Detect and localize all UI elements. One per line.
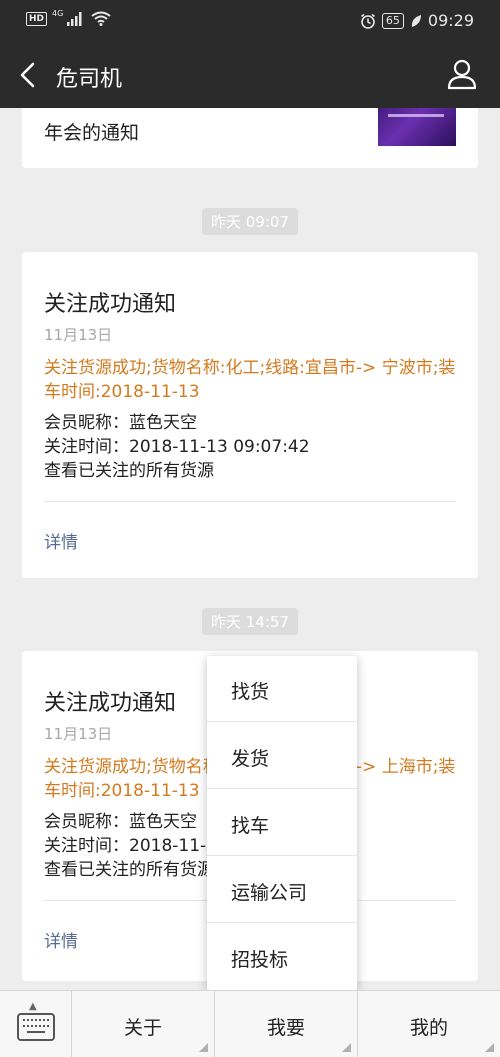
status-bar: HD 4G 65 09:29: [0, 0, 500, 42]
page-title: 危司机: [56, 67, 123, 92]
status-time: 09:29: [427, 11, 474, 30]
signal-icon: [67, 11, 82, 26]
keyboard-icon: [17, 1013, 55, 1041]
member-nickname: 会员昵称：蓝色天空: [44, 413, 197, 433]
follow-time: 关注时间：2018-11-13 09:07:42: [44, 437, 310, 457]
menu-item-transport-company[interactable]: 运输公司: [207, 857, 357, 923]
menu-item-label: 运输公司: [231, 882, 308, 904]
menu-button-mine[interactable]: 我的: [358, 991, 500, 1057]
leaf-icon: [411, 14, 421, 27]
menu-item-bidding[interactable]: 招投标: [207, 924, 357, 990]
timestamp: 昨天 09:07: [202, 208, 298, 235]
timestamp: 昨天 14:57: [202, 608, 298, 635]
view-all-text: 查看已关注的所有货源: [44, 461, 214, 481]
menu-item-find-truck[interactable]: 找车: [207, 790, 357, 856]
submenu-corner-icon: [485, 1043, 494, 1052]
notification-date: 11月13日: [44, 326, 113, 344]
notification-title: 关注成功通知: [44, 292, 177, 317]
nav-bar: 危司机: [0, 42, 500, 108]
menu-button-label: 我要: [266, 1017, 305, 1039]
wifi-icon: [91, 11, 111, 26]
user-profile-icon[interactable]: [446, 58, 478, 90]
card-divider: [44, 501, 456, 502]
menu-item-find-goods[interactable]: 找货: [207, 656, 357, 722]
menu-item-label: 招投标: [231, 949, 289, 971]
alarm-icon: [360, 13, 375, 29]
menu-item-ship-goods[interactable]: 发货: [207, 723, 357, 789]
article-title: 年会的通知: [44, 122, 140, 144]
menu-item-label: 找货: [231, 681, 270, 703]
status-right: 65 09:29: [360, 11, 474, 30]
submenu-corner-icon: [342, 1043, 351, 1052]
hd-badge: HD: [26, 11, 48, 26]
notification-highlight: 关注货源成功;货物名称:化工;线路:宜昌市-> 宁波市;装车时间:2018-11…: [44, 358, 456, 402]
menu-item-label: 找车: [231, 815, 270, 837]
caret-up-icon: ▲: [29, 1001, 37, 1012]
notification-card[interactable]: 关注成功通知 11月13日 关注货源成功;货物名称:化工;线路:宜昌市-> 宁波…: [22, 252, 478, 578]
back-arrow-icon[interactable]: [16, 59, 40, 91]
battery-indicator: 65: [381, 12, 404, 29]
submenu-popup: 找货 发货 找车 运输公司 招投标: [207, 656, 357, 990]
notification-title: 关注成功通知: [44, 691, 177, 716]
menu-item-label: 发货: [231, 748, 270, 770]
detail-link[interactable]: 详情: [44, 528, 78, 553]
network-type: 4G: [52, 9, 64, 18]
submenu-corner-icon: [199, 1043, 208, 1052]
member-nickname: 会员昵称：蓝色天空: [44, 812, 197, 832]
view-all-text: 查看已关注的所有货源: [44, 860, 214, 880]
menu-button-i-want[interactable]: 我要: [215, 991, 358, 1057]
status-left: HD 4G: [26, 9, 111, 26]
detail-link[interactable]: 详情: [44, 927, 78, 952]
menu-button-label: 我的: [409, 1017, 448, 1039]
keyboard-toggle-button[interactable]: ▲: [0, 991, 72, 1057]
bottom-menu-bar: ▲ 关于 我要 我的: [0, 990, 500, 1057]
menu-button-about[interactable]: 关于: [72, 991, 215, 1057]
menu-button-label: 关于: [123, 1017, 162, 1039]
article-thumbnail: [378, 108, 456, 146]
notification-date: 11月13日: [44, 725, 113, 743]
article-card-partial[interactable]: 年会的通知: [22, 108, 478, 168]
